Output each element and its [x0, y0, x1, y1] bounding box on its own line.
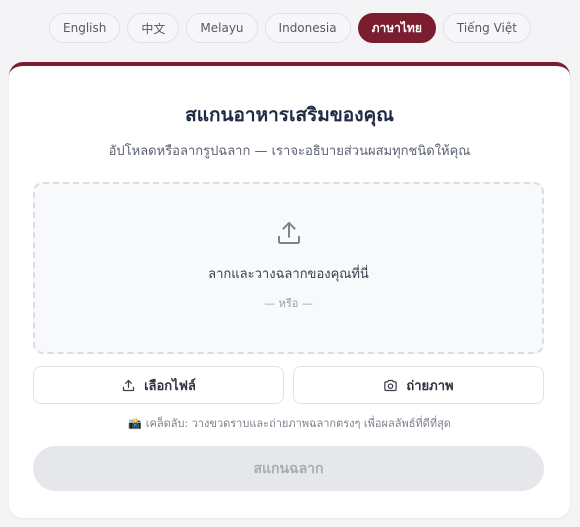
lang-malay[interactable]: Melayu [186, 13, 258, 43]
scan-label-button[interactable]: สแกนฉลาก [33, 446, 544, 491]
drop-zone-or: — หรือ — [264, 297, 313, 310]
upload-icon [278, 222, 300, 244]
choose-file-label: เลือกไฟล์ [144, 378, 196, 394]
camera-icon [384, 379, 398, 391]
lang-thai[interactable]: ภาษาไทย [357, 13, 436, 43]
photo-tip: 📸 เคล็ดลับ: วางขวดราบและถ่ายภาพฉลากตรงๆ เ… [9, 414, 570, 432]
lang-vietnamese[interactable]: Tiếng Việt [442, 13, 531, 43]
camera-flash-icon: 📸 [128, 417, 142, 430]
photo-tip-text: เคล็ดลับ: วางขวดราบและถ่ายภาพฉลากตรงๆ เพ… [145, 417, 451, 430]
language-selector: English 中文 Melayu Indonesia ภาษาไทย Tiến… [0, 13, 580, 43]
take-photo-button[interactable]: ถ่ายภาพ [293, 366, 544, 404]
lang-english[interactable]: English [49, 13, 121, 43]
drop-zone[interactable]: ลากและวางฉลากของคุณที่นี่ — หรือ — [33, 182, 544, 354]
upload-icon [122, 379, 135, 391]
drop-zone-text: ลากและวางฉลากของคุณที่นี่ [208, 267, 369, 282]
take-photo-label: ถ่ายภาพ [406, 378, 454, 394]
scan-card: สแกนอาหารเสริมของคุณ อัปโหลดหรือลากรูปฉล… [9, 62, 570, 518]
lang-chinese[interactable]: 中文 [127, 13, 180, 43]
lang-indonesian[interactable]: Indonesia [264, 13, 351, 43]
choose-file-button[interactable]: เลือกไฟล์ [33, 366, 284, 404]
page-title: สแกนอาหารเสริมของคุณ [185, 104, 394, 126]
page-subtitle: อัปโหลดหรือลากรูปฉลาก — เราจะอธิบายส่วนผ… [108, 144, 471, 159]
